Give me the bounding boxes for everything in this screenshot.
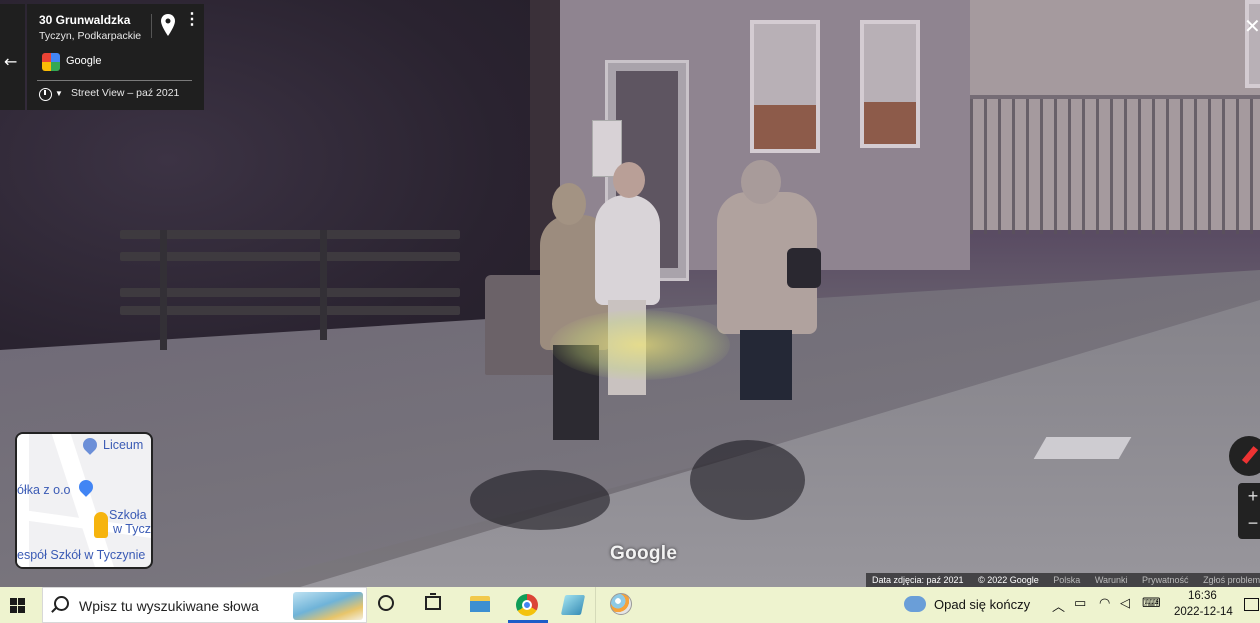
link-report-problem[interactable]: Zgłoś problem [1203,575,1260,585]
divider [37,80,192,81]
attribution-bar: Data zdjęcia: paź 2021 © 2022 Google Pol… [866,573,1260,587]
pedestrian-head [741,160,781,204]
minimap-label: ółka z o.o [17,483,71,497]
link-country[interactable]: Polska [1053,575,1080,585]
cortana-icon[interactable] [378,595,394,611]
speaker-icon[interactable]: ◁ [1120,596,1130,611]
more-options-icon[interactable]: ⋮ [184,12,200,28]
minimap-label: Szkoła [109,508,147,522]
person-shadow [690,440,805,520]
search-highlight-image [293,592,363,620]
clock-time[interactable]: 16:36 [1188,590,1217,602]
google-maps-logo-icon [42,53,60,71]
taskbar-divider [595,587,596,623]
zoom-control: + − [1238,483,1260,539]
task-view-icon[interactable] [425,593,441,610]
weather-text[interactable]: Opad się kończy [934,597,1030,612]
search-placeholder: Wpisz tu wyszukiwane słowa [79,598,259,614]
windows-taskbar: Wpisz tu wyszukiwane słowa Opad się końc… [0,587,1260,623]
wifi-icon[interactable]: ◠ [1099,596,1110,611]
address-title: 30 Grunwaldzka [39,13,131,27]
provider-name: Google [66,55,102,67]
divider [151,14,152,38]
copyright: © 2022 Google [978,575,1039,585]
address-subtitle: Tyczyn, Podkarpackie [39,30,142,42]
poi-pin-icon [80,435,100,455]
file-explorer-icon[interactable] [470,596,490,612]
building-window [750,20,820,153]
building-window [860,20,920,148]
minimap[interactable]: Liceum ółka z o.o Szkoła w Tycz espół Sz… [15,432,153,569]
link-privacy[interactable]: Prywatność [1142,575,1189,585]
paint-app-icon[interactable] [610,593,632,615]
windows-start-icon[interactable] [10,598,25,613]
history-clock-icon[interactable] [39,88,52,101]
zoom-in-button[interactable]: + [1238,483,1260,510]
map-pin-icon[interactable] [161,14,175,36]
close-icon[interactable]: ✕ [1244,14,1260,38]
pegman-icon[interactable] [94,512,108,538]
dropdown-caret-icon[interactable]: ▼ [55,89,63,98]
pedestrian-legs [740,330,792,400]
google-watermark: Google [610,543,678,564]
photo-date: Data zdjęcia: paź 2021 [872,575,964,585]
person-shadow [470,470,610,530]
battery-icon[interactable]: ▭ [1074,596,1086,611]
handbag [787,248,821,288]
pedestrian [595,195,660,305]
imagery-date: Street View – paź 2021 [71,87,180,99]
park-bench [120,230,460,350]
notification-icon[interactable] [1244,598,1259,611]
link-terms[interactable]: Warunki [1095,575,1128,585]
taskbar-search-input[interactable]: Wpisz tu wyszukiwane słowa [42,587,367,623]
chevron-up-icon[interactable]: ︿ [1052,596,1065,615]
pedestrian-head [552,183,586,225]
keyboard-icon[interactable]: ⌨ [1142,596,1161,611]
lens-flare [550,310,730,380]
chrome-icon[interactable] [516,594,538,616]
minimap-label: Liceum [103,438,144,452]
clock-date[interactable]: 2022-12-14 [1174,606,1233,618]
back-arrow-icon: ← [4,52,18,71]
minimap-label: espół Szkół w Tyczynie [17,548,146,562]
zoom-out-button[interactable]: − [1238,510,1260,537]
minimap-label: w Tycz [113,522,151,536]
location-info-card: 30 Grunwaldzka Tyczyn, Podkarpackie ⋮ Go… [27,4,204,110]
search-icon [54,596,69,611]
weather-icon[interactable] [904,596,926,612]
back-button[interactable]: ← [0,4,25,110]
pedestrian-head [613,162,645,198]
road-marking [1033,437,1132,459]
metal-fence [970,95,1260,234]
app-icon[interactable] [560,595,586,615]
